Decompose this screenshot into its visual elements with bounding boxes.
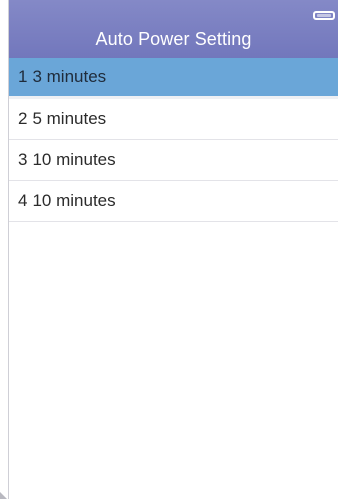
option-label: 5 minutes xyxy=(32,109,107,128)
corner-marker-icon xyxy=(0,492,7,499)
list-item-option-3[interactable]: 3 10 minutes xyxy=(9,140,338,181)
battery-icon xyxy=(313,11,335,20)
list-item-option-1[interactable]: 1 3 minutes xyxy=(9,58,338,99)
option-number: 1 xyxy=(18,67,28,86)
list-item-option-2[interactable]: 2 5 minutes xyxy=(9,99,338,140)
list-item-option-4[interactable]: 4 10 minutes xyxy=(9,181,338,222)
option-number: 3 xyxy=(18,150,28,169)
option-label: 10 minutes xyxy=(32,191,116,210)
device-frame: Auto Power Setting 1 3 minutes 2 5 minut… xyxy=(0,0,338,499)
options-list: 1 3 minutes 2 5 minutes 3 10 minutes 4 1… xyxy=(9,58,338,222)
option-label: 10 minutes xyxy=(32,150,116,169)
option-label: 3 minutes xyxy=(32,67,107,86)
option-number: 4 xyxy=(18,191,28,210)
page-title: Auto Power Setting xyxy=(95,29,252,49)
title-bar: Auto Power Setting xyxy=(9,0,338,58)
option-number: 2 xyxy=(18,109,28,128)
screen: Auto Power Setting 1 3 minutes 2 5 minut… xyxy=(8,0,338,499)
